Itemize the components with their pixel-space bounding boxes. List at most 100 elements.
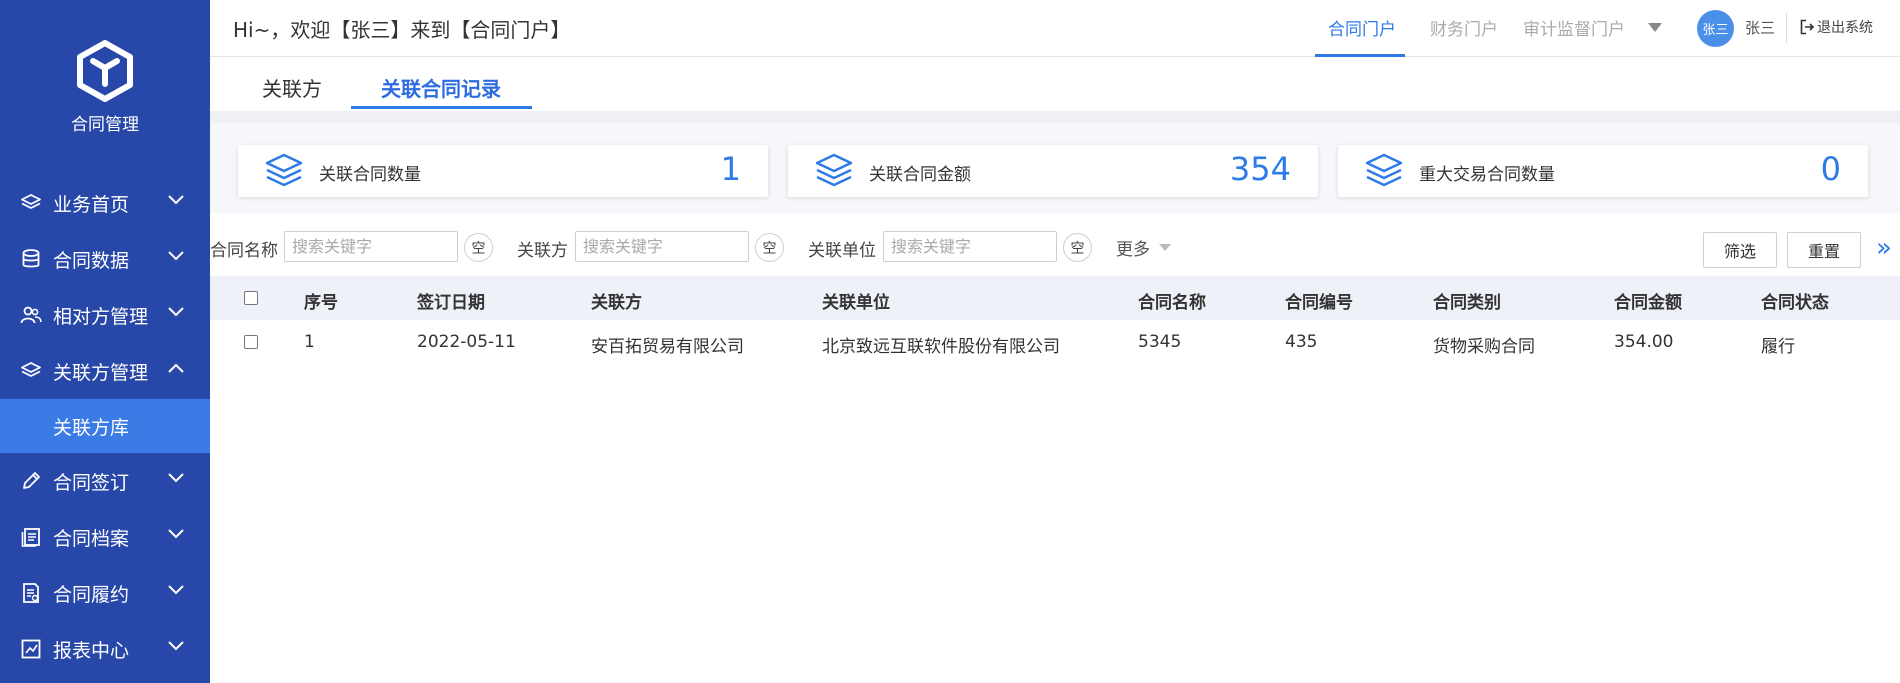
related-unit-search-input[interactable] bbox=[883, 231, 1057, 262]
caret-down-icon[interactable] bbox=[1648, 23, 1662, 32]
sidebar-item-contract-signing[interactable]: 合同签订 bbox=[0, 453, 210, 509]
table-header-row: 序号 签订日期 关联方 关联单位 合同名称 合同编号 合同类别 合同金额 合同状… bbox=[210, 276, 1900, 320]
sidebar-item-label: 业务首页 bbox=[53, 193, 130, 216]
tab-related-contract-records[interactable]: 关联合同记录 bbox=[381, 73, 501, 102]
logo-text: 合同管理 bbox=[71, 115, 139, 135]
stat-value: 354 bbox=[1229, 150, 1291, 188]
column-header[interactable]: 合同状态 bbox=[1761, 288, 1829, 313]
layers-icon bbox=[20, 360, 42, 382]
stat-card-contract-count: 关联合同数量 1 bbox=[238, 145, 768, 197]
clear-contract-name-button[interactable]: 空 bbox=[464, 233, 493, 262]
row-checkbox[interactable] bbox=[244, 335, 258, 349]
stat-label: 关联合同数量 bbox=[319, 165, 421, 185]
cell-index: 1 bbox=[304, 332, 315, 352]
portal-tab-audit[interactable]: 审计监督门户 bbox=[1523, 15, 1625, 40]
sidebar-item-label: 合同档案 bbox=[53, 527, 130, 550]
stat-label: 关联合同金额 bbox=[869, 165, 971, 185]
sidebar-menu: 业务首页 合同数据 相对方管理 关联方管理 关联方库 合同签订 合同档案 合同履… bbox=[0, 175, 210, 677]
logout-icon bbox=[1800, 19, 1814, 35]
logout-button[interactable]: 退出系统 bbox=[1800, 17, 1873, 37]
stat-card-major-transaction-count: 重大交易合同数量 0 bbox=[1338, 145, 1868, 197]
sidebar-item-contract-performance[interactable]: 合同履约 bbox=[0, 565, 210, 621]
stat-card-contract-amount: 关联合同金额 354 bbox=[788, 145, 1318, 197]
username[interactable]: 张三 bbox=[1745, 17, 1775, 38]
chevron-up-icon bbox=[168, 363, 184, 373]
related-contracts-table: 序号 签订日期 关联方 关联单位 合同名称 合同编号 合同类别 合同金额 合同状… bbox=[210, 276, 1900, 364]
table-row[interactable]: 1 2022-05-11 安百拓贸易有限公司 北京致远互联软件股份有限公司 53… bbox=[210, 320, 1900, 364]
filter-button[interactable]: 筛选 bbox=[1703, 232, 1777, 268]
sidebar-item-counterparty[interactable]: 相对方管理 bbox=[0, 287, 210, 343]
chevron-down-icon bbox=[168, 473, 184, 483]
chevron-down-icon bbox=[168, 529, 184, 539]
related-party-search-input[interactable] bbox=[575, 231, 749, 262]
section-divider bbox=[210, 111, 1900, 123]
sidebar-subitem-related-party-library[interactable]: 关联方库 bbox=[0, 399, 210, 453]
users-icon bbox=[20, 304, 42, 326]
cell-sign-date: 2022-05-11 bbox=[417, 332, 516, 352]
clear-related-party-button[interactable]: 空 bbox=[755, 233, 784, 262]
sidebar-item-contract-data[interactable]: 合同数据 bbox=[0, 231, 210, 287]
sidebar-item-report-center[interactable]: 报表中心 bbox=[0, 621, 210, 677]
sidebar-item-label: 合同履约 bbox=[53, 583, 130, 606]
filter-label-related-unit: 关联单位 bbox=[808, 241, 876, 261]
stat-label: 重大交易合同数量 bbox=[1419, 165, 1555, 185]
archive-icon bbox=[20, 526, 42, 548]
sidebar-item-label: 相对方管理 bbox=[53, 305, 149, 328]
column-header[interactable]: 关联方 bbox=[591, 288, 642, 313]
database-icon bbox=[20, 248, 42, 270]
column-header[interactable]: 合同编号 bbox=[1285, 288, 1353, 313]
column-header[interactable]: 合同名称 bbox=[1138, 288, 1206, 313]
chevron-down-icon bbox=[168, 195, 184, 205]
caret-down-icon bbox=[1159, 244, 1171, 251]
active-tab-indicator bbox=[351, 106, 532, 109]
chevron-down-icon bbox=[168, 307, 184, 317]
column-header[interactable]: 合同金额 bbox=[1614, 288, 1682, 313]
portal-tab-contract[interactable]: 合同门户 bbox=[1328, 15, 1396, 40]
column-header[interactable]: 签订日期 bbox=[417, 288, 485, 313]
expand-panel-icon[interactable]: » bbox=[1876, 233, 1892, 263]
layers-icon bbox=[265, 153, 303, 187]
sidebar-item-label: 报表中心 bbox=[53, 639, 130, 662]
sidebar: 合同管理 业务首页 合同数据 相对方管理 关联方管理 关联方库 合同签订 合同档… bbox=[0, 0, 210, 683]
sidebar-item-label: 合同签订 bbox=[53, 471, 130, 494]
stats-panel: 关联合同数量 1 关联合同金额 354 重大交易合同数量 0 bbox=[210, 123, 1900, 213]
cell-contract-amount: 354.00 bbox=[1614, 332, 1674, 352]
box-logo-icon bbox=[77, 40, 133, 102]
logo: 合同管理 bbox=[0, 40, 210, 135]
cell-contract-number: 435 bbox=[1285, 332, 1318, 352]
filter-bar: 合同名称 空 关联方 空 关联单位 空 更多 筛选 重置 » bbox=[210, 213, 1900, 276]
sidebar-item-contract-archive[interactable]: 合同档案 bbox=[0, 509, 210, 565]
column-header[interactable]: 序号 bbox=[304, 288, 338, 313]
welcome-greeting: Hi~，欢迎【张三】来到【合同门户】 bbox=[233, 18, 571, 42]
stat-value: 1 bbox=[720, 150, 741, 188]
chevron-down-icon bbox=[168, 251, 184, 261]
filter-label-contract-name: 合同名称 bbox=[210, 241, 278, 261]
more-filters-toggle[interactable]: 更多 bbox=[1116, 235, 1171, 260]
chevron-down-icon bbox=[168, 641, 184, 651]
portal-tab-finance[interactable]: 财务门户 bbox=[1430, 15, 1498, 40]
sidebar-item-label: 关联方管理 bbox=[53, 361, 149, 384]
clear-related-unit-button[interactable]: 空 bbox=[1063, 233, 1092, 262]
header-divider bbox=[1786, 13, 1787, 43]
column-header[interactable]: 关联单位 bbox=[822, 288, 890, 313]
reset-button[interactable]: 重置 bbox=[1787, 232, 1861, 268]
document-icon bbox=[20, 582, 42, 604]
cell-contract-status: 履行 bbox=[1761, 337, 1795, 357]
stat-value: 0 bbox=[1820, 150, 1841, 188]
filter-label-related-party: 关联方 bbox=[517, 241, 568, 261]
more-filters-label: 更多 bbox=[1116, 240, 1150, 260]
subtabs: 关联方 关联合同记录 bbox=[210, 57, 1900, 111]
chart-icon bbox=[20, 638, 42, 660]
chevron-down-icon bbox=[168, 585, 184, 595]
top-header: Hi~，欢迎【张三】来到【合同门户】 合同门户 财务门户 审计监督门户 张三 张… bbox=[210, 0, 1900, 57]
sidebar-item-home[interactable]: 业务首页 bbox=[0, 175, 210, 231]
cell-related-unit: 北京致远互联软件股份有限公司 bbox=[822, 337, 1060, 357]
contract-name-search-input[interactable] bbox=[284, 231, 458, 262]
pen-icon bbox=[20, 470, 42, 492]
select-all-checkbox[interactable] bbox=[244, 291, 258, 305]
tab-related-party[interactable]: 关联方 bbox=[262, 73, 322, 102]
sidebar-item-related-party[interactable]: 关联方管理 bbox=[0, 343, 210, 399]
column-header[interactable]: 合同类别 bbox=[1433, 288, 1501, 313]
avatar[interactable]: 张三 bbox=[1697, 10, 1734, 47]
logout-label: 退出系统 bbox=[1817, 20, 1873, 36]
